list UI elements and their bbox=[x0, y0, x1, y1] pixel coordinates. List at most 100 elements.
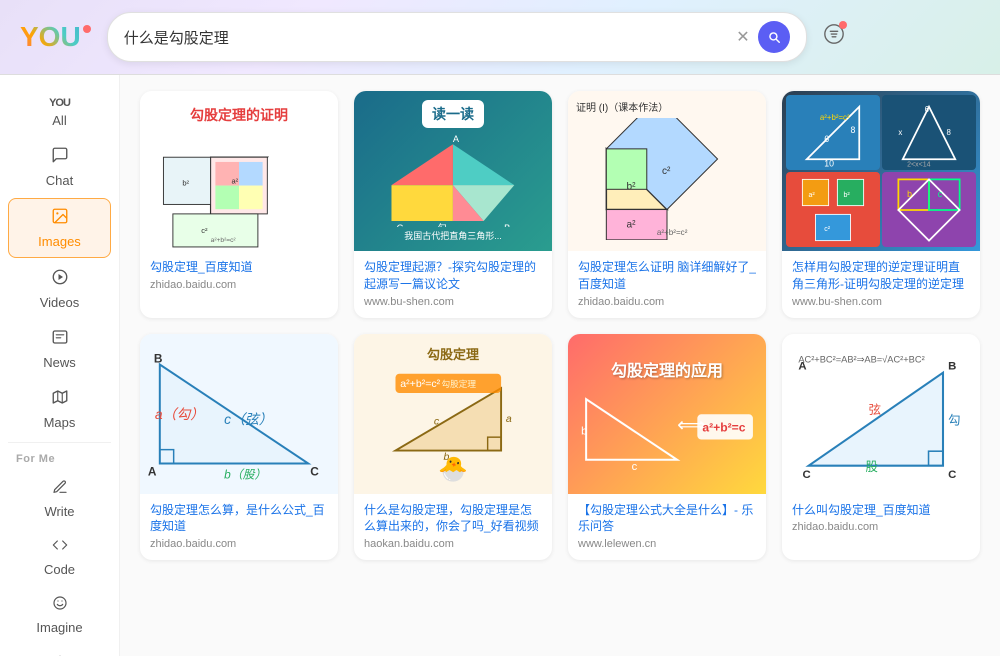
sidebar-item-study[interactable]: Study bbox=[8, 645, 111, 656]
card4-sq1: a² b² c² bbox=[798, 175, 868, 245]
card6-title: 什么是勾股定理，勾股定理是怎么算出来的，你会了吗_好看视频 bbox=[364, 502, 542, 536]
svg-text:勾股定理: 勾股定理 bbox=[441, 378, 476, 389]
card1-title-text: 勾股定理的证明 bbox=[154, 105, 324, 125]
card6-title-text: 勾股定理 bbox=[427, 344, 479, 363]
sidebar-item-maps[interactable]: Maps bbox=[8, 380, 111, 438]
svg-text:8: 8 bbox=[947, 127, 952, 136]
svg-text:a²+b²=c: a²+b²=c bbox=[702, 421, 745, 435]
filter-button[interactable] bbox=[823, 23, 845, 51]
image-card-7[interactable]: 勾股定理的应用 b c ⟺ a²+b²=c AC²+B bbox=[568, 334, 766, 561]
search-button[interactable] bbox=[758, 21, 790, 53]
card1-domain: zhidao.baidu.com bbox=[150, 279, 328, 291]
svg-text:2<x<14: 2<x<14 bbox=[907, 161, 930, 168]
svg-text:勾: 勾 bbox=[438, 223, 447, 227]
write-icon bbox=[52, 479, 68, 500]
svg-text:C: C bbox=[948, 469, 956, 481]
svg-text:6: 6 bbox=[925, 105, 930, 114]
search-input[interactable] bbox=[124, 29, 737, 46]
image-card-1[interactable]: 勾股定理的证明 bbox=[140, 91, 338, 318]
svg-text:A: A bbox=[453, 135, 460, 145]
main-content: YOU All Chat Images Videos bbox=[0, 75, 1000, 656]
code-icon bbox=[52, 537, 68, 558]
image-card-5[interactable]: c（弦） a（勾） B A C b（股） 勾股定理怎么算，是什么公式_百度知道 … bbox=[140, 334, 338, 561]
card6-domain: haokan.baidu.com bbox=[364, 538, 542, 550]
card2-title: 勾股定理起源？-探究勾股定理的起源写一篇议论文 bbox=[364, 259, 542, 293]
card7-diagram: b c ⟺ a²+b²=c AC²+BC²=AB²⇒AB=√AC²+BC² bbox=[576, 389, 758, 470]
svg-text:6: 6 bbox=[824, 133, 829, 143]
card-image-5: c（弦） a（勾） B A C b（股） bbox=[140, 334, 338, 494]
svg-text:10: 10 bbox=[824, 158, 834, 168]
card2-domain: www.bu-shen.com bbox=[364, 296, 542, 308]
content-area: 勾股定理的证明 bbox=[120, 75, 1000, 656]
card4-tri1: 6 8 10 a²+b²=c² bbox=[798, 98, 868, 168]
sidebar-item-code[interactable]: Code bbox=[8, 529, 111, 585]
search-icon bbox=[767, 30, 781, 44]
svg-text:C: C bbox=[397, 224, 404, 227]
sidebar-label-videos: Videos bbox=[40, 295, 80, 310]
card4-sq2: b c bbox=[894, 175, 964, 245]
sidebar-label-all: All bbox=[52, 113, 66, 128]
svg-text:c（弦）: c（弦） bbox=[224, 410, 273, 426]
sidebar-item-news[interactable]: News bbox=[8, 320, 111, 378]
sidebar-item-imagine[interactable]: Imagine bbox=[8, 587, 111, 643]
image-card-3[interactable]: 证明 (I)（课本作法） b² c² bbox=[568, 91, 766, 318]
card4-tri2: 6 x 8 2<x<14 bbox=[894, 98, 964, 168]
card5-diagram: c（弦） a（勾） B A C b（股） bbox=[140, 334, 338, 494]
chat-icon bbox=[51, 146, 69, 169]
card7-title-text: 勾股定理的应用 bbox=[611, 357, 723, 381]
card4-info: 怎样用勾股定理的逆定理证明直角三角形-证明勾股定理的逆定理 www.bu-she… bbox=[782, 251, 980, 318]
card6-char: 🐣 bbox=[438, 455, 468, 484]
maps-icon bbox=[51, 388, 69, 411]
image-card-8[interactable]: A B C C 弦 勾 股 AC²+BC²=AB²⇒AB=√AC²+BC² bbox=[782, 334, 980, 561]
sidebar-label-images: Images bbox=[38, 234, 81, 249]
card-image-7: 勾股定理的应用 b c ⟺ a²+b²=c AC²+B bbox=[568, 334, 766, 494]
card3-title: 勾股定理怎么证明 脑详细解好了_百度知道 bbox=[578, 259, 756, 293]
card2-info: 勾股定理起源？-探究勾股定理的起源写一篇议论文 www.bu-shen.com bbox=[354, 251, 552, 318]
svg-text:a²: a² bbox=[809, 191, 816, 198]
svg-text:b: b bbox=[907, 188, 912, 198]
card2-bottom-text: 我国古代把直角三角形... bbox=[404, 229, 502, 242]
svg-text:b²: b² bbox=[844, 191, 851, 198]
svg-text:C: C bbox=[310, 464, 319, 478]
logo: YOU bbox=[20, 21, 91, 53]
card2-header-text: 读一读 bbox=[432, 106, 474, 122]
sidebar-item-all[interactable]: YOU All bbox=[8, 89, 111, 136]
header: YOU ✕ bbox=[0, 0, 1000, 75]
sidebar-item-write[interactable]: Write bbox=[8, 471, 111, 527]
image-card-6[interactable]: 勾股定理 c a b a²+b²=c² bbox=[354, 334, 552, 561]
card3-header: 证明 (I)（课本作法） bbox=[576, 99, 758, 114]
card8-info: 什么叫勾股定理_百度知道 zhidao.baidu.com bbox=[782, 494, 980, 544]
svg-text:x: x bbox=[898, 127, 902, 136]
card5-title: 勾股定理怎么算，是什么公式_百度知道 bbox=[150, 502, 328, 536]
sidebar-item-videos[interactable]: Videos bbox=[8, 260, 111, 318]
image-card-2[interactable]: 读一读 勾 C B A bbox=[354, 91, 552, 318]
card3-info: 勾股定理怎么证明 脑详细解好了_百度知道 zhidao.baidu.com bbox=[568, 251, 766, 318]
card6-info: 什么是勾股定理，勾股定理是怎么算出来的，你会了吗_好看视频 haokan.bai… bbox=[354, 494, 552, 561]
card1-diagram: b² a² c² a²+b²=c² bbox=[154, 129, 324, 251]
image-card-4[interactable]: 6 8 10 a²+b²=c² 6 x bbox=[782, 91, 980, 318]
svg-text:B: B bbox=[504, 224, 510, 227]
svg-text:8: 8 bbox=[851, 125, 856, 135]
svg-text:a²+b²=c²: a²+b²=c² bbox=[820, 112, 850, 121]
card7-title: 【勾股定理公式大全是什么】- 乐乐问答 bbox=[578, 502, 756, 536]
svg-text:a²: a² bbox=[231, 177, 238, 186]
sidebar-label-write: Write bbox=[44, 504, 74, 519]
sidebar-item-chat[interactable]: Chat bbox=[8, 138, 111, 196]
card-image-3: 证明 (I)（课本作法） b² c² bbox=[568, 91, 766, 251]
svg-text:b²: b² bbox=[627, 181, 637, 192]
sidebar-item-images[interactable]: Images bbox=[8, 198, 111, 258]
svg-text:a²+b²=c²: a²+b²=c² bbox=[657, 228, 688, 237]
svg-text:弦: 弦 bbox=[869, 402, 881, 417]
svg-text:c²: c² bbox=[201, 226, 208, 235]
sidebar-label-chat: Chat bbox=[46, 173, 73, 188]
card8-title: 什么叫勾股定理_百度知道 bbox=[792, 502, 970, 519]
image-grid: 勾股定理的证明 bbox=[140, 91, 980, 560]
sidebar-label-maps: Maps bbox=[44, 415, 76, 430]
videos-icon bbox=[51, 268, 69, 291]
search-clear-button[interactable]: ✕ bbox=[736, 27, 749, 47]
svg-text:b（股）: b（股） bbox=[224, 467, 266, 481]
card-image-6: 勾股定理 c a b a²+b²=c² bbox=[354, 334, 552, 494]
card5-info: 勾股定理怎么算，是什么公式_百度知道 zhidao.baidu.com bbox=[140, 494, 338, 561]
svg-text:c²: c² bbox=[662, 166, 671, 177]
svg-text:c: c bbox=[434, 415, 440, 427]
